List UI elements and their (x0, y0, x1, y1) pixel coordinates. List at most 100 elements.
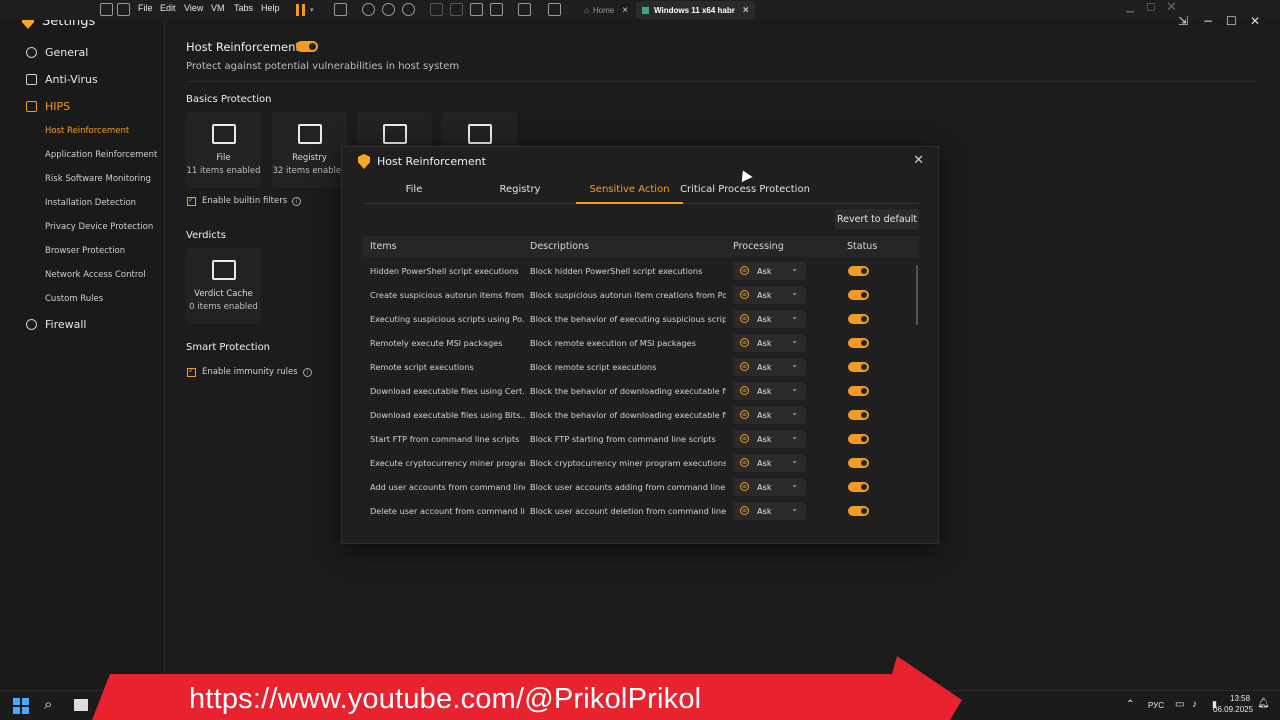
network-icon[interactable]: ▭ (1175, 699, 1184, 710)
host-reinforcement-toggle[interactable] (296, 41, 318, 52)
vm-close-icon[interactable]: ✕ (1166, 0, 1177, 15)
tab-critical-process-protection[interactable]: Critical Process Protection (680, 184, 810, 195)
scrollbar[interactable] (916, 265, 918, 325)
chevron-down-icon: ⌄ (791, 408, 798, 417)
vm-menu-tabs[interactable]: Tabs (234, 3, 253, 13)
sidebar-toggle-icon[interactable] (430, 3, 443, 16)
nav-firewall[interactable]: Firewall (26, 318, 86, 331)
close-icon[interactable]: × (743, 5, 749, 16)
vm-menu-help[interactable]: Help (261, 3, 280, 13)
task-view-icon[interactable] (74, 699, 88, 711)
close-icon[interactable]: × (622, 5, 628, 16)
processing-select[interactable]: ≡ Ask ⌄ (733, 262, 806, 280)
vm-tab-home[interactable]: ⌂ Home × (578, 1, 634, 19)
nav-antivirus[interactable]: Anti-Virus (26, 73, 98, 86)
col-descriptions[interactable]: Descriptions (530, 241, 589, 252)
nav-hips[interactable]: HIPS (26, 100, 70, 113)
status-toggle[interactable] (848, 266, 869, 276)
tab-registry[interactable]: Registry (490, 184, 550, 195)
vm-tab-active[interactable]: Windows 11 x64 habr × (636, 1, 755, 19)
thumbnail-icon[interactable] (450, 3, 463, 16)
notification-bell-icon[interactable]: 🔔︎ (1257, 698, 1270, 709)
snapshot-icon[interactable] (362, 3, 375, 16)
unity-icon[interactable] (490, 3, 503, 16)
processing-select[interactable]: ≡ Ask ⌄ (733, 478, 806, 496)
enable-builtin-filters[interactable]: Enable builtin filters i (187, 195, 302, 206)
nav-host-reinforcement[interactable]: Host Reinforcement (45, 126, 129, 136)
status-toggle[interactable] (848, 482, 869, 492)
pause-icon[interactable]: ▾ (296, 3, 314, 17)
status-toggle[interactable] (848, 314, 869, 324)
status-toggle[interactable] (848, 362, 869, 372)
fullscreen-icon[interactable] (470, 3, 483, 16)
status-toggle[interactable] (848, 290, 869, 300)
processing-select[interactable]: ≡ Ask ⌄ (733, 430, 806, 448)
search-icon[interactable]: ⌕ (44, 695, 52, 713)
enable-immunity-rules[interactable]: Enable immunity rules i (187, 366, 312, 377)
processing-select[interactable]: ≡ Ask ⌄ (733, 358, 806, 376)
tab-file[interactable]: File (384, 184, 444, 195)
status-toggle[interactable] (848, 410, 869, 420)
console-icon[interactable] (518, 3, 531, 16)
processing-select[interactable]: ≡ Ask ⌄ (733, 286, 806, 304)
revert-snapshot-icon[interactable] (382, 3, 395, 16)
nav-installation-detection[interactable]: Installation Detection (45, 198, 136, 208)
vm-menu-file[interactable]: File (138, 3, 153, 13)
processing-select[interactable]: ≡ Ask ⌄ (733, 334, 806, 352)
status-toggle[interactable] (848, 434, 869, 444)
tray-chevron-icon[interactable]: ⌃ (1126, 699, 1134, 710)
windows-start-icon[interactable] (13, 698, 29, 714)
close-icon[interactable]: ✕ (913, 153, 924, 168)
row-description: Block the behavior of downloading execut… (530, 410, 726, 420)
processing-select[interactable]: ≡ Ask ⌄ (733, 382, 806, 400)
tab-sensitive-action[interactable]: Sensitive Action (576, 184, 683, 195)
row-description: Block user account deletion from command… (530, 506, 726, 516)
home-icon: ⌂ (584, 5, 589, 15)
info-icon[interactable]: i (302, 367, 312, 377)
gear-icon (26, 47, 37, 58)
status-toggle[interactable] (848, 458, 869, 468)
col-items[interactable]: Items (370, 241, 397, 252)
registry-card[interactable]: Registry 32 items enabled (272, 112, 347, 188)
processing-select[interactable]: ≡ Ask ⌄ (733, 406, 806, 424)
processing-select[interactable]: ≡ Ask ⌄ (733, 454, 806, 472)
clock-date[interactable]: 06.09.2025 (1213, 705, 1253, 714)
vm-toolbar: File Edit View VM Tabs Help ▾ ⌂ Home × W… (0, 0, 1280, 20)
nav-general[interactable]: General (26, 46, 88, 59)
language-indicator[interactable]: РУС (1148, 701, 1164, 710)
col-processing[interactable]: Processing (733, 241, 784, 252)
vm-menu-view[interactable]: View (184, 3, 203, 13)
status-toggle[interactable] (848, 386, 869, 396)
stretch-icon[interactable] (548, 3, 561, 16)
file-card[interactable]: File 11 items enabled (186, 112, 261, 188)
info-icon[interactable]: i (292, 196, 302, 206)
checkbox-checked-icon[interactable] (187, 195, 196, 206)
volume-icon[interactable]: ♪ (1192, 699, 1197, 710)
snapshot-manager-icon[interactable] (402, 3, 415, 16)
vm-maximize-icon[interactable]: ☐ (1146, 1, 1156, 14)
nav-risk-software-monitoring[interactable]: Risk Software Monitoring (45, 174, 151, 184)
revert-to-default-button[interactable]: Revert to default (835, 209, 919, 229)
nav-network-access-control[interactable]: Network Access Control (45, 270, 146, 280)
nav-privacy-device-protection[interactable]: Privacy Device Protection (45, 222, 153, 232)
checkbox-checked-icon[interactable] (187, 366, 196, 377)
processing-select[interactable]: ≡ Ask ⌄ (733, 502, 806, 520)
status-toggle[interactable] (848, 338, 869, 348)
vm-library-icon[interactable] (117, 3, 130, 16)
nav-custom-rules[interactable]: Custom Rules (45, 294, 103, 304)
table-row: Executing suspicious scripts using Po...… (362, 307, 912, 331)
processing-select[interactable]: ≡ Ask ⌄ (733, 310, 806, 328)
pin-icon[interactable] (100, 3, 113, 16)
vm-minimize-icon[interactable]: ▁ (1126, 2, 1134, 13)
processing-value: Ask (757, 362, 772, 372)
nav-browser-protection[interactable]: Browser Protection (45, 246, 125, 256)
verdict-cache-card[interactable]: Verdict Cache 0 items enabled (186, 248, 261, 324)
status-toggle[interactable] (848, 506, 869, 516)
clock-time[interactable]: 13:58 (1230, 694, 1250, 703)
vm-menu-vm[interactable]: VM (211, 3, 225, 13)
col-status[interactable]: Status (847, 241, 877, 252)
send-keys-icon[interactable] (334, 3, 347, 16)
vm-menu-edit[interactable]: Edit (160, 3, 176, 13)
nav-application-reinforcement[interactable]: Application Reinforcement (45, 150, 157, 160)
table-row: Download executable files using Bits... B… (362, 403, 912, 427)
